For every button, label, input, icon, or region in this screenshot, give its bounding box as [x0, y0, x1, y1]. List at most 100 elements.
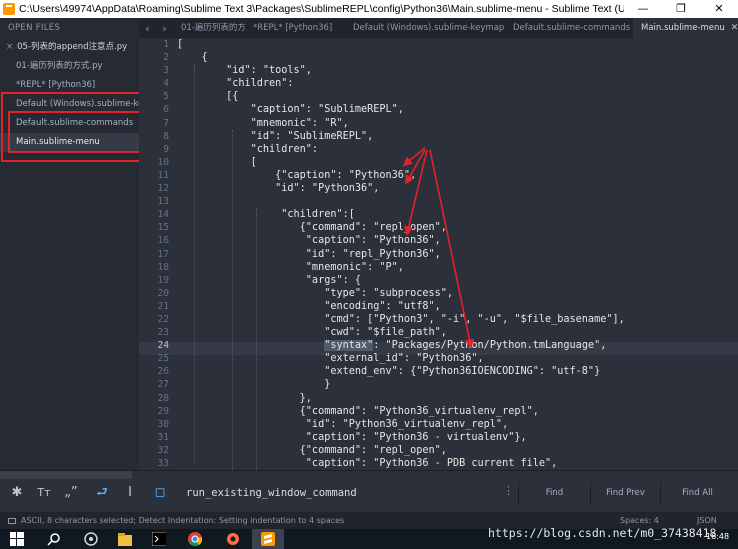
- restore-button[interactable]: ❐: [662, 0, 700, 18]
- sidebar-item-append-py[interactable]: × 05-列表的append注意点.py: [0, 38, 139, 57]
- code-line[interactable]: "type": "subprocess",: [177, 287, 737, 300]
- tab-keymap[interactable]: Default (Windows).sublime-keymap: [345, 18, 505, 38]
- code-line[interactable]: [177, 195, 737, 208]
- code-content[interactable]: [ { "id": "tools", "children": [{ "capti…: [177, 38, 737, 470]
- highlight-matches-toggle-icon[interactable]: ◻: [150, 485, 170, 501]
- code-line[interactable]: "children":: [177, 77, 737, 90]
- code-line[interactable]: {"command": "Python36_virtualenv_repl",: [177, 405, 737, 418]
- code-line[interactable]: "encoding": "utf8",: [177, 300, 737, 313]
- code-line[interactable]: "cmd": ["Python3", "-i", "-u", "$file_ba…: [177, 313, 737, 326]
- find-button[interactable]: Find: [518, 482, 590, 504]
- code-line[interactable]: "caption": "Python36",: [177, 234, 737, 247]
- close-file-icon[interactable]: ×: [6, 42, 13, 52]
- sublime-taskbar-icon[interactable]: [261, 532, 275, 546]
- tab-nav: ‹ ›: [139, 18, 173, 38]
- line-number: 11: [157, 169, 169, 181]
- search-icon[interactable]: [47, 532, 61, 546]
- whole-word-toggle-icon[interactable]: „”: [61, 485, 81, 501]
- case-sensitive-toggle-icon[interactable]: Tт: [34, 485, 54, 501]
- line-number: 21: [157, 300, 169, 312]
- code-line[interactable]: "children":: [177, 143, 737, 156]
- wrap-toggle-icon[interactable]: ⮐: [92, 485, 112, 501]
- code-line[interactable]: },: [177, 392, 737, 405]
- regex-toggle-icon[interactable]: ✱: [7, 485, 27, 501]
- line-number: 24: [157, 340, 169, 352]
- tab-traverse-py[interactable]: 01-遍历列表的方式: [173, 18, 245, 38]
- line-number: 4: [163, 78, 169, 90]
- line-number: 17: [157, 248, 169, 260]
- code-line[interactable]: [: [177, 38, 737, 51]
- code-line[interactable]: {"caption": "Python36",: [177, 169, 737, 182]
- minimize-button[interactable]: —: [624, 0, 662, 18]
- find-input[interactable]: run_existing_window_command: [186, 484, 506, 502]
- line-number: 6: [163, 104, 169, 116]
- sidebar-bottom-strip: [0, 471, 132, 479]
- window-title: C:\Users\49974\AppData\Roaming\Sublime T…: [19, 3, 624, 15]
- close-tab-icon[interactable]: ✕: [731, 23, 738, 33]
- find-history-icon[interactable]: ⋮: [503, 484, 514, 497]
- code-line[interactable]: "mnemonic": "R",: [177, 117, 737, 130]
- code-line[interactable]: }: [177, 378, 737, 391]
- chrome-icon[interactable]: [188, 532, 202, 546]
- find-all-button[interactable]: Find All: [660, 482, 734, 504]
- code-line[interactable]: "id": "repl_Python36",: [177, 248, 737, 261]
- code-editor[interactable]: 1 2 3 4 5 6 7 8 9 10 11 12 13 14 15 16 17 18 19 20 21 22 23 24 2…: [139, 38, 738, 470]
- tab-commands[interactable]: Default.sublime-commands: [505, 18, 633, 38]
- code-line[interactable]: "children":[: [177, 208, 737, 221]
- status-text: ASCII, 8 characters selected; Detect Ind…: [21, 516, 345, 525]
- annotation-box-inner: [8, 111, 141, 153]
- code-line[interactable]: [: [177, 156, 737, 169]
- code-line[interactable]: "cwd": "$file_path",: [177, 326, 737, 339]
- sidebar: OPEN FILES × 05-列表的append注意点.py 01-遍历列表的方…: [0, 18, 139, 482]
- find-panel: ✱ Tт „” ⮐ I ◻ run_existing_window_comman…: [0, 470, 738, 512]
- sidebar-item-label: 05-列表的append注意点.py: [17, 42, 128, 52]
- code-line[interactable]: "id": "Python36",: [177, 182, 737, 195]
- code-line[interactable]: "external_id": "Python36",: [177, 352, 737, 365]
- line-number: 13: [157, 196, 169, 208]
- tab-repl[interactable]: *REPL* [Python36]: [245, 18, 345, 38]
- line-number: 9: [163, 143, 169, 155]
- code-line[interactable]: "mnemonic": "P",: [177, 261, 737, 274]
- code-line[interactable]: "caption": "Python36 - virtualenv"},: [177, 431, 737, 444]
- line-number: 32: [157, 444, 169, 456]
- code-line[interactable]: "id": "SublimeREPL",: [177, 130, 737, 143]
- line-number: 18: [157, 261, 169, 273]
- tab-main-menu[interactable]: Main.sublime-menu ✕: [633, 18, 738, 38]
- browser-icon[interactable]: [84, 532, 98, 546]
- tab-bar: ‹ › 01-遍历列表的方式 *REPL* [Python36] Default…: [139, 18, 738, 38]
- code-line[interactable]: {"command": "repl_open",: [177, 221, 737, 234]
- line-number: 28: [157, 392, 169, 404]
- code-line[interactable]: {: [177, 51, 737, 64]
- code-line[interactable]: "extend_env": {"Python36IOENCODING": "ut…: [177, 365, 737, 378]
- code-line[interactable]: "id": "tools",: [177, 64, 737, 77]
- line-number: 15: [157, 222, 169, 234]
- app-icon[interactable]: [226, 532, 240, 546]
- sidebar-item-traverse-py[interactable]: 01-遍历列表的方式.py: [0, 57, 139, 76]
- windows-start-icon[interactable]: [10, 532, 24, 546]
- line-number: 8: [163, 130, 169, 142]
- sublime-app-icon: [3, 3, 15, 17]
- tab-prev-icon[interactable]: ‹: [145, 22, 149, 35]
- terminal-icon[interactable]: [152, 532, 166, 546]
- in-selection-toggle-icon[interactable]: I: [120, 485, 140, 501]
- close-window-button[interactable]: ✕: [700, 0, 738, 18]
- find-prev-button[interactable]: Find Prev: [590, 482, 660, 504]
- line-number: 20: [157, 287, 169, 299]
- code-line[interactable]: "syntax": "Packages/Python/Python.tmLang…: [177, 339, 737, 352]
- code-line[interactable]: "caption": "SublimeREPL",: [177, 103, 737, 116]
- line-number: 12: [157, 183, 169, 195]
- line-number: 25: [157, 353, 169, 365]
- panel-icon[interactable]: [8, 517, 16, 524]
- code-line[interactable]: {"command": "repl_open",: [177, 444, 737, 457]
- tab-next-icon[interactable]: ›: [162, 22, 166, 35]
- code-line[interactable]: "id": "Python36_virtualenv_repl",: [177, 418, 737, 431]
- line-number: 5: [163, 91, 169, 103]
- line-number: 3: [163, 65, 169, 77]
- line-number: 22: [157, 313, 169, 325]
- code-line[interactable]: "args": {: [177, 274, 737, 287]
- code-line[interactable]: [{: [177, 90, 737, 103]
- code-line[interactable]: "caption": "Python36 - PDB current file"…: [177, 457, 737, 470]
- line-number: 26: [157, 366, 169, 378]
- file-explorer-icon[interactable]: [118, 532, 132, 546]
- line-number: 14: [157, 209, 169, 221]
